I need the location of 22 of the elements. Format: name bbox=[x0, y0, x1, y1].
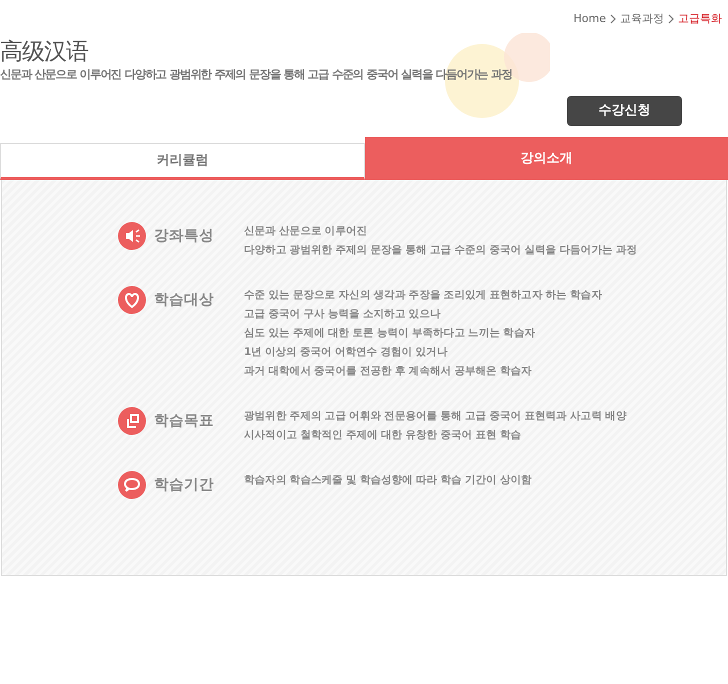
breadcrumb-link[interactable]: Home bbox=[574, 10, 606, 28]
description-line: 수준 있는 문장으로 자신의 생각과 주장을 조리있게 표현하고자 하는 학습자 bbox=[244, 288, 602, 303]
section-title: 학습기간 bbox=[153, 476, 215, 495]
page-title: 高级汉语 bbox=[0, 38, 90, 66]
breadcrumb-link[interactable]: 교육과정 bbox=[620, 10, 664, 28]
section-title: 학습대상 bbox=[153, 291, 215, 310]
apply-button[interactable]: 수강신청 bbox=[567, 96, 682, 126]
description-line: 고급 중국어 구사 능력을 소지하고 있으나 bbox=[244, 307, 442, 322]
section-title: 학습목표 bbox=[153, 412, 215, 431]
description-line: 다양하고 광범위한 주제의 문장을 통해 고급 수준의 중국어 실력을 다듬어가는 과정 bbox=[244, 243, 637, 258]
description-line: 광범위한 주제의 고급 어휘와 전문용어를 통해 고급 중국어 표현력과 사고력 배양 bbox=[244, 409, 626, 424]
description-line: 심도 있는 주제에 대한 토론 능력이 부족하다고 느끼는 학습자 bbox=[244, 326, 536, 341]
description-line: 시사적이고 철학적인 주제에 대한 유창한 중국어 표현 학습 bbox=[244, 428, 522, 443]
subtitle: 신문과 산문으로 이루어진 다양하고 광범위한 주제의 문장을 통해 고급 수준의 중국어 실력을 다듬어가는 과정 bbox=[0, 66, 513, 83]
description-line: 학습자의 학습스케줄 및 학습성향에 따라 학습 기간이 상이함 bbox=[244, 473, 532, 488]
description-line: 신문과 산문으로 이루어진 bbox=[244, 224, 368, 239]
description-line: 과거 대학에서 중국어를 전공한 후 계속해서 공부해온 학습자 bbox=[244, 364, 533, 379]
description-line: 1년 이상의 중국어 어학연수 경험이 있거나 bbox=[244, 345, 448, 360]
section-title: 강좌특성 bbox=[153, 227, 215, 246]
tab[interactable]: 커리큘럼 bbox=[0, 143, 365, 180]
breadcrumb-link[interactable]: 고급특화 bbox=[678, 10, 722, 28]
tab[interactable]: 강의소개 bbox=[365, 137, 728, 180]
